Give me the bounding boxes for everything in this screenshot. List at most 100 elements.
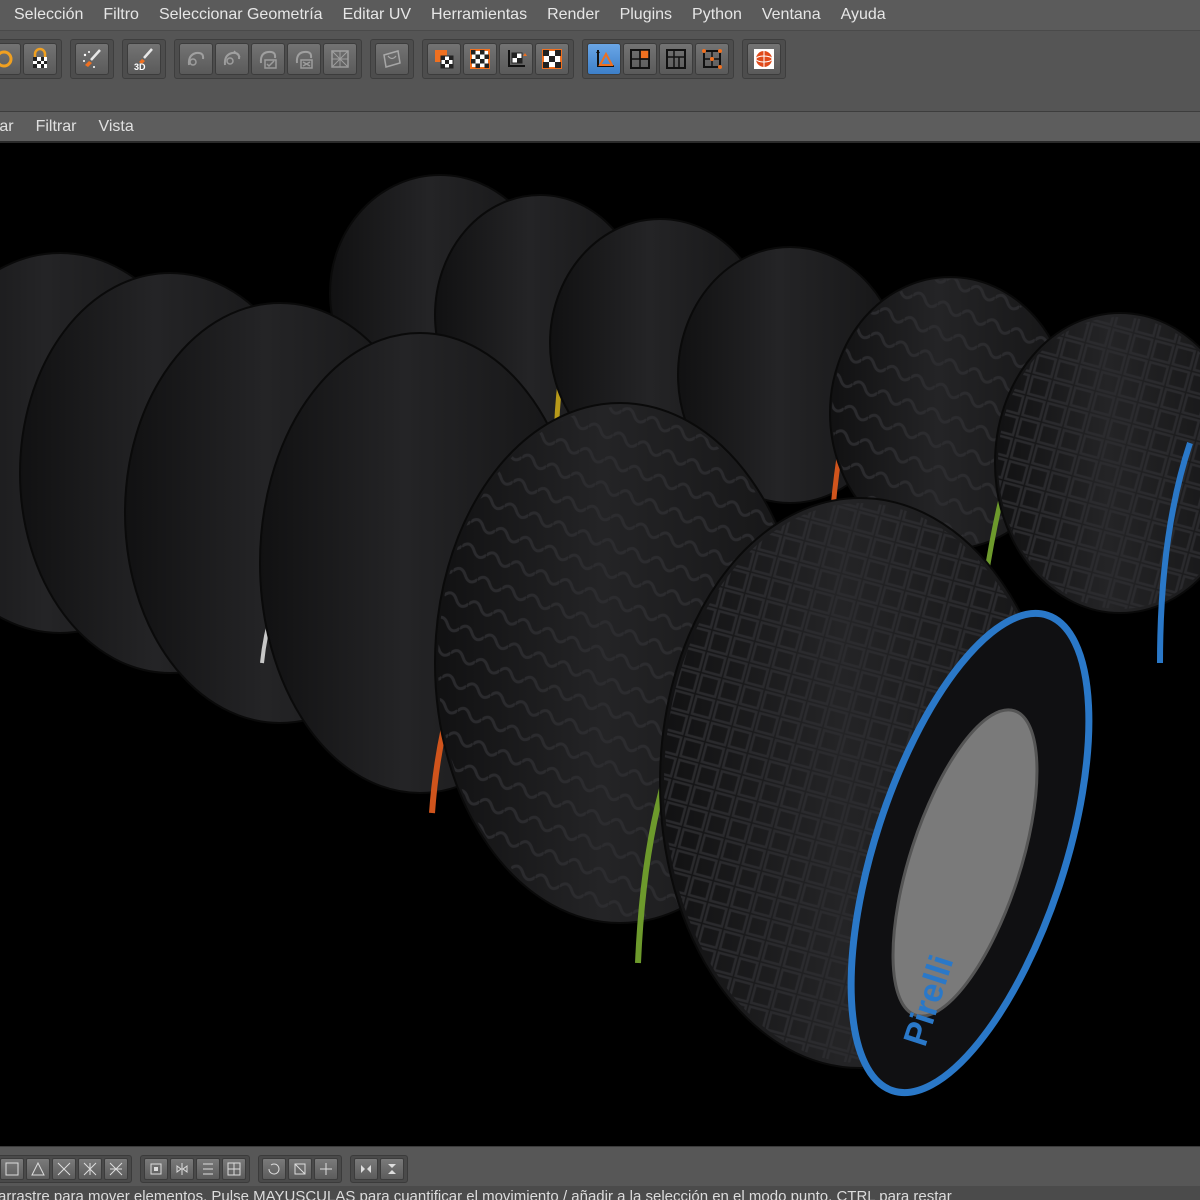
uv-tool-2-icon [223,50,241,66]
uv-rotate-icon [268,1163,280,1175]
uv-scale-icon [294,1163,306,1175]
uv-mirror-icon [176,1163,188,1175]
render-sphere-icon [754,49,774,69]
bottom-tool-12-button[interactable] [314,1158,338,1180]
menu-editar-uv[interactable]: Editar UV [333,6,421,24]
tool-group-render [742,39,786,79]
bottom-tool-9-button[interactable] [222,1158,246,1180]
bottom-tool-5-button[interactable] [104,1158,128,1180]
uv-relax-icon [109,1162,123,1176]
paint-3d-label: 3D [134,62,146,71]
tool-group-paint3d: 3D [122,39,166,79]
live-selection-button[interactable] [0,43,21,75]
render-sphere-button[interactable] [747,43,781,75]
bottom-tool-8-button[interactable] [196,1158,220,1180]
tool-group-texture [422,39,574,79]
menu-vista[interactable]: Vista [87,118,144,136]
paint-3d-button[interactable]: 3D [127,43,161,75]
status-bar: arrastre para mover elementos. Pulse MAY… [0,1186,1200,1200]
uv-move-icon [320,1163,332,1175]
texture-checker-3-icon [542,49,562,69]
texture-checker-2-icon [470,49,490,69]
bottom-toolbar [0,1146,1200,1187]
live-selection-icon [0,50,13,68]
uv-snap-icon [227,1162,241,1176]
uv-edit-icon [383,50,401,68]
uv-project-icon [31,1161,45,1176]
uv-cross2-icon [83,1162,97,1176]
bottom-group-2 [140,1155,250,1183]
tool-group-paint [70,39,114,79]
bottom-tool-6-button[interactable] [144,1158,168,1180]
menu-filtrar[interactable]: Filtrar [25,118,88,136]
uv-tool-5-button[interactable] [323,43,357,75]
menu-plugins[interactable]: Plugins [610,6,682,24]
polygons-mode-button[interactable] [659,43,693,75]
paint-3d-icon: 3D [134,48,153,71]
uv-fit-icon [150,1163,162,1175]
uv-cross-icon [57,1162,71,1176]
points-mode-button[interactable] [587,43,621,75]
uv-tool-1-button[interactable] [179,43,213,75]
bottom-tool-13-button[interactable] [354,1158,378,1180]
bottom-tool-14-button[interactable] [380,1158,404,1180]
bottom-tool-2-button[interactable] [26,1158,50,1180]
tool-group-selection [0,39,62,79]
uv-tool-4-button[interactable] [287,43,321,75]
tire-render: Pirelli [0,174,1200,1097]
uv-flip-h-icon [361,1165,371,1173]
lock-checker-button[interactable] [23,43,57,75]
bottom-tool-7-button[interactable] [170,1158,194,1180]
bottom-group-4 [350,1155,408,1183]
uv-edit-button[interactable] [375,43,409,75]
bottom-group-3 [258,1155,342,1183]
paint-brush-icon [83,49,101,68]
uv-tool-5-icon [331,50,349,68]
texture-checker-1-icon [435,50,454,69]
uv-tool-1-icon [187,51,205,66]
texture-axis-button[interactable] [499,43,533,75]
tool-group-modes [582,39,734,79]
uv-tool-3-button[interactable] [251,43,285,75]
menu-mostrar[interactable]: rar [0,118,25,136]
bottom-tool-10-button[interactable] [262,1158,286,1180]
menu-bar: Selección Filtro Seleccionar Geometría E… [0,0,1200,31]
paint-brush-button[interactable] [75,43,109,75]
bottom-tool-4-button[interactable] [78,1158,102,1180]
uv-tool-4-icon [295,50,313,69]
uv-flip-v-icon [388,1164,396,1174]
points-mode-icon [596,50,614,67]
edges-mode-icon [630,49,650,69]
uv-points-mode-button[interactable] [695,43,729,75]
menu-seleccion[interactable]: Selección [0,6,93,24]
uv-tool-2-button[interactable] [215,43,249,75]
texture-checker-1-button[interactable] [427,43,461,75]
lock-checker-icon [33,47,47,68]
tool-group-uv-tools [174,39,362,79]
viewport-3d[interactable]: Pirelli [0,143,1200,1146]
bottom-tool-11-button[interactable] [288,1158,312,1180]
bottom-tool-1-button[interactable] [0,1158,24,1180]
uv-grid-icon [5,1162,19,1176]
bottom-tool-3-button[interactable] [52,1158,76,1180]
uv-tool-3-icon [259,50,277,69]
texture-checker-3-button[interactable] [535,43,569,75]
menu-seleccionar-geometria[interactable]: Seleccionar Geometría [149,6,333,24]
menu-python[interactable]: Python [682,6,752,24]
menu-filtro[interactable]: Filtro [93,6,149,24]
menu-herramientas[interactable]: Herramientas [421,6,537,24]
uv-align-icon [203,1163,213,1175]
menu-render[interactable]: Render [537,6,609,24]
viewport-menu-bar: rar Filtrar Vista [0,112,1200,143]
toolbar: 3D [0,31,1200,112]
tool-group-uv-edit [370,39,414,79]
uv-points-mode-icon [702,49,722,69]
menu-ventana[interactable]: Ventana [752,6,831,24]
bottom-group-1 [0,1155,132,1183]
edges-mode-button[interactable] [623,43,657,75]
menu-ayuda[interactable]: Ayuda [831,6,896,24]
polygons-mode-icon [666,49,686,69]
texture-axis-icon [508,50,527,67]
texture-checker-2-button[interactable] [463,43,497,75]
status-text: arrastre para mover elementos. Pulse MAY… [0,1188,952,1200]
